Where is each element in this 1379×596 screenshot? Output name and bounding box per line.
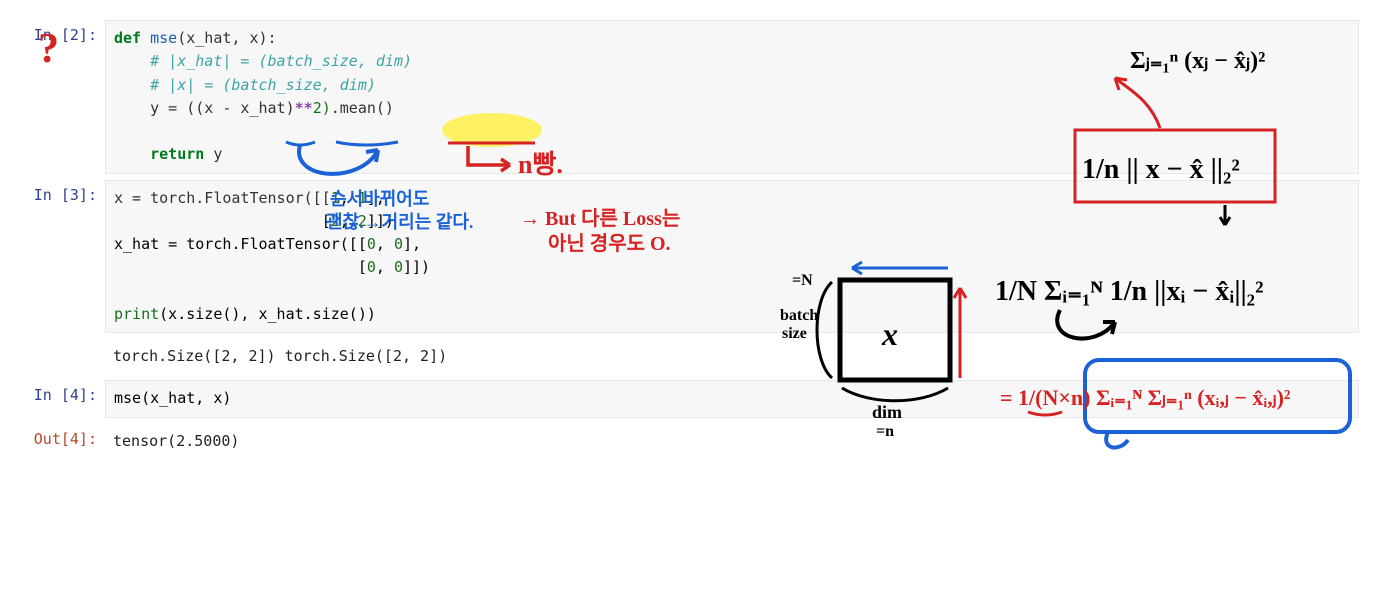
- code-area-2[interactable]: def mse(x_hat, x): # |x_hat| = (batch_si…: [105, 20, 1359, 174]
- c: ,: [376, 235, 394, 253]
- print: print: [114, 305, 159, 323]
- n: 0: [394, 235, 403, 253]
- prompt-in-3: In [3]:: [30, 180, 105, 334]
- c3l2a: [: [114, 212, 331, 230]
- output-4: tensor(2.5000): [105, 424, 1359, 459]
- cell-out-4: Out[4]: tensor(2.5000): [30, 424, 1359, 459]
- prompt-in-4: In [4]:: [30, 380, 105, 417]
- n: 2: [331, 212, 340, 230]
- e: ]]): [403, 258, 430, 276]
- n: 2: [358, 212, 367, 230]
- e: ],: [403, 235, 421, 253]
- n: 0: [367, 258, 376, 276]
- c: ,: [340, 212, 358, 230]
- n: 1: [331, 189, 340, 207]
- e: ],: [367, 189, 385, 207]
- prompt-blank-3: [30, 339, 105, 374]
- cell-in-2: In [2]: def mse(x_hat, x): # |x_hat| = (…: [30, 20, 1359, 174]
- cell-in-3: In [3]: x = torch.FloatTensor([[1, 1], […: [30, 180, 1359, 334]
- comment-1: # |x_hat| = (batch_size, dim): [114, 52, 412, 70]
- fn-mse: mse: [141, 29, 177, 47]
- ret-y: y: [204, 145, 222, 163]
- mean-call: .mean(): [331, 99, 394, 117]
- n: 0: [367, 235, 376, 253]
- c: ,: [340, 189, 358, 207]
- kw-return: return: [114, 145, 204, 163]
- sig: (x_hat, x):: [177, 29, 276, 47]
- kw-def: def: [114, 29, 141, 47]
- output-3: torch.Size([2, 2]) torch.Size([2, 2]): [105, 339, 1359, 374]
- pow-op: **: [295, 99, 313, 117]
- c3l3a: x_hat = torch.FloatTensor([[: [114, 235, 367, 253]
- comment-2: # |x| = (batch_size, dim): [114, 76, 376, 94]
- code-area-4[interactable]: mse(x_hat, x): [105, 380, 1359, 417]
- prompt-in-2: In [2]:: [30, 20, 105, 174]
- c3l4a: [: [114, 258, 367, 276]
- e: ]]): [367, 212, 394, 230]
- two: 2): [313, 99, 331, 117]
- prompt-out-4: Out[4]:: [30, 424, 105, 459]
- code-area-3[interactable]: x = torch.FloatTensor([[1, 1], [2, 2]]) …: [105, 180, 1359, 334]
- cell-out-3: torch.Size([2, 2]) torch.Size([2, 2]): [30, 339, 1359, 374]
- cell-in-4: In [4]: mse(x_hat, x): [30, 380, 1359, 417]
- args: (x.size(), x_hat.size()): [159, 305, 376, 323]
- n: 0: [394, 258, 403, 276]
- assign: y = ((x - x_hat): [114, 99, 295, 117]
- c: ,: [376, 258, 394, 276]
- n: 1: [358, 189, 367, 207]
- c3l1a: x = torch.FloatTensor([[: [114, 189, 331, 207]
